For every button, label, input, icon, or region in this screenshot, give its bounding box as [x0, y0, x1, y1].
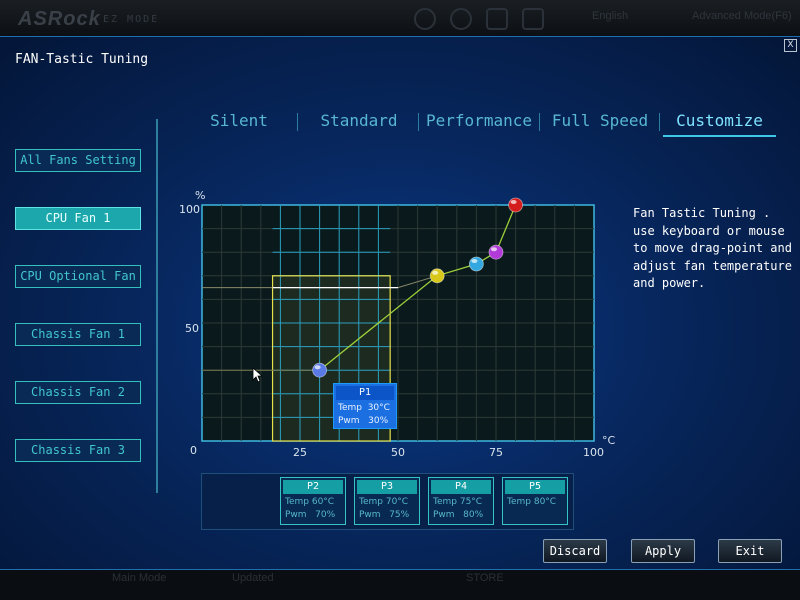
curve-point-p5[interactable] — [508, 197, 523, 213]
point-box-pwm: Pwm 70% — [285, 510, 336, 520]
curve-point-marker — [468, 256, 484, 272]
tools-icon — [522, 8, 544, 30]
curve-point-p3[interactable] — [468, 256, 484, 272]
point-box-p2[interactable]: P2 Temp 60°C Pwm 70% — [280, 477, 346, 525]
point-box-temp: Temp 80°C — [507, 497, 557, 507]
curve-point-shine — [314, 365, 321, 370]
brand-logo: ASRock — [18, 8, 101, 30]
p1-tooltip: P1 Temp 30°C Pwm 30% — [333, 383, 397, 429]
language-label: English — [592, 10, 629, 22]
point-box-p5[interactable]: P5 Temp 80°C — [502, 477, 568, 525]
mouse-cursor-icon — [252, 367, 264, 383]
curve-point-marker — [429, 268, 445, 284]
point-box-p4[interactable]: P4 Temp 75°C Pwm 80% — [428, 477, 494, 525]
point-box-p3[interactable]: P3 Temp 70°C Pwm 75% — [354, 477, 420, 525]
fan-tuning-dialog: FAN-Tastic Tuning X Silent Standard Perf… — [0, 36, 800, 570]
point-box-title: P2 — [283, 480, 343, 494]
refresh-icon — [450, 8, 472, 30]
point-box-pwm: Pwm 80% — [433, 510, 484, 520]
point-box-title: P3 — [357, 480, 417, 494]
brand-subtitle: EZ MODE — [103, 14, 160, 25]
point-box-title: P5 — [505, 480, 565, 494]
curve-point-shine — [471, 259, 478, 263]
help-text: Fan Tastic Tuning . use keyboard or mous… — [633, 206, 792, 290]
save-icon — [486, 8, 508, 30]
info-icon — [414, 8, 436, 30]
curve-point-p1[interactable] — [312, 362, 328, 378]
curve-point-shine — [510, 200, 517, 204]
store-label: STORE — [466, 572, 504, 584]
curve-point-marker — [488, 244, 504, 260]
curve-point-p4[interactable] — [488, 244, 504, 260]
point-box-title: P4 — [431, 480, 491, 494]
p1-tooltip-pwm: Pwm 30% — [338, 416, 389, 426]
point-box-temp: Temp 75°C — [433, 497, 483, 507]
apply-button[interactable]: Apply — [631, 539, 695, 563]
main-mode-label: Main Mode — [112, 572, 167, 584]
curve-point-marker — [508, 197, 523, 213]
curve-point-p2[interactable] — [429, 268, 445, 284]
advanced-mode-label: Advanced Mode(F6) — [692, 10, 792, 22]
updated-label: Updated — [232, 572, 274, 584]
point-box-temp: Temp 60°C — [285, 497, 335, 507]
p1-tooltip-title: P1 — [336, 386, 394, 400]
p1-tooltip-temp: Temp 30°C — [338, 403, 390, 413]
curve-point-shine — [491, 247, 497, 252]
curve-point-marker — [312, 362, 328, 378]
exit-button[interactable]: Exit — [718, 539, 782, 563]
point-box-pwm: Pwm 75% — [359, 510, 410, 520]
point-box-temp: Temp 70°C — [359, 497, 409, 507]
curve-point-shine — [432, 270, 439, 275]
discard-button[interactable]: Discard — [543, 539, 607, 563]
